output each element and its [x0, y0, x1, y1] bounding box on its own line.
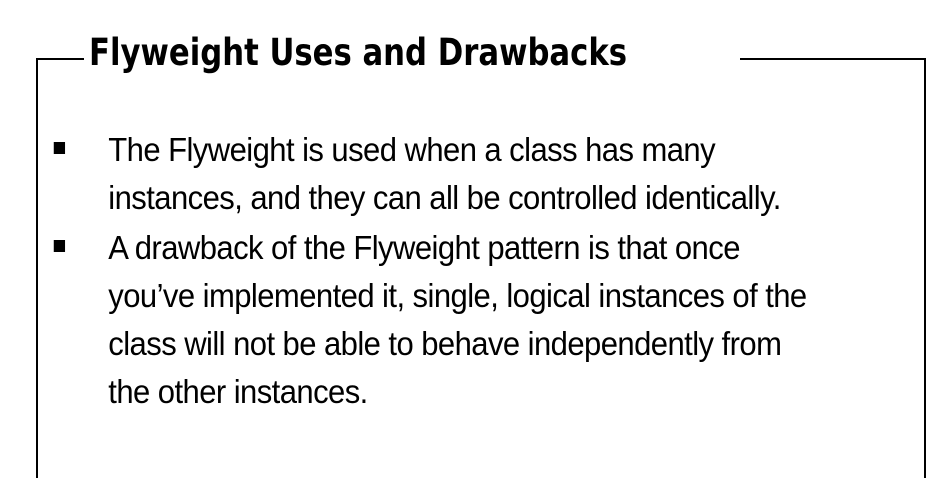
bullet-line: The Flyweight is used when a class has m… [108, 131, 716, 168]
bullet-line: class will not be able to behave indepen… [108, 325, 782, 362]
bullet-item: A drawback of the Flyweight pattern is t… [50, 224, 937, 416]
bullet-line: instances, and they can all be controlle… [108, 179, 781, 216]
bullet-line: you’ve implemented it, single, logical i… [108, 277, 807, 314]
square-bullet-icon [53, 240, 66, 252]
slide: { "slide": { "title": "Flyweight Uses an… [0, 0, 937, 478]
square-bullet-icon [53, 142, 66, 154]
bullet-list: The Flyweight is used when a class has m… [50, 126, 920, 416]
bullet-item: The Flyweight is used when a class has m… [50, 126, 937, 222]
bullet-line: the other instances. [108, 373, 368, 410]
bullet-line: A drawback of the Flyweight pattern is t… [108, 229, 740, 266]
slide-title: Flyweight Uses and Drawbacks [84, 24, 636, 82]
